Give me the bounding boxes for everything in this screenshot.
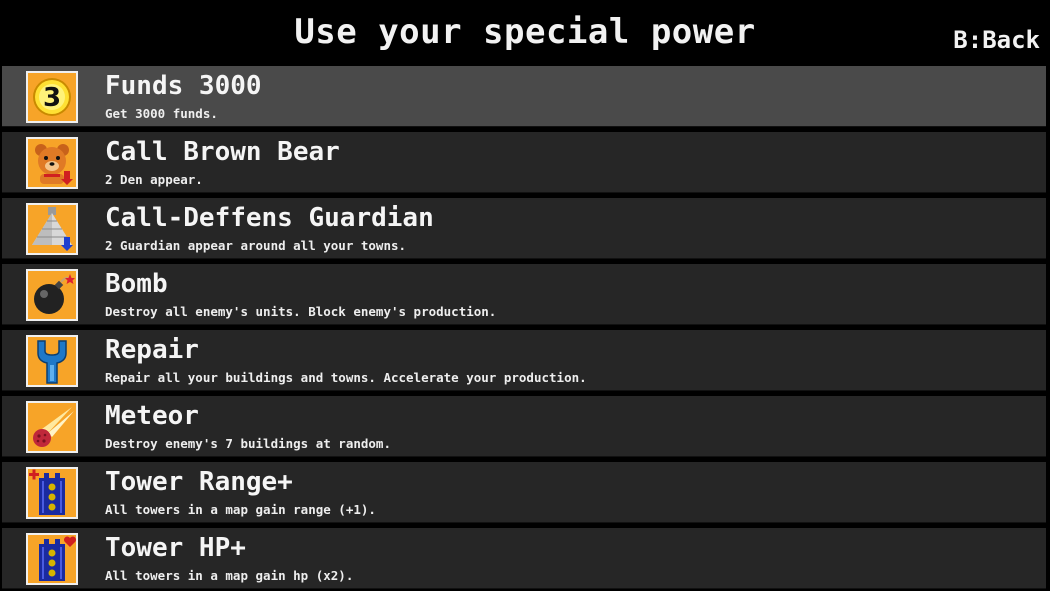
power-name: Call Brown Bear [105,137,340,167]
power-name: Repair [105,335,199,365]
power-description: Get 3000 funds. [105,106,218,121]
power-description: Destroy all enemy's units. Block enemy's… [105,304,497,319]
power-item-tower-range[interactable]: Tower Range+ All towers in a map gain ra… [2,462,1046,523]
power-item-meteor[interactable]: Meteor Destroy enemy's 7 buildings at ra… [2,396,1046,457]
power-item-funds[interactable]: 3 Funds 3000 Get 3000 funds. [2,66,1046,127]
page-title: Use your special power [294,12,756,52]
power-name: Bomb [105,269,168,299]
brown-bear-icon [26,137,78,189]
power-list: 3 Funds 3000 Get 3000 funds. Call Brown … [0,66,1050,591]
wrench-icon [26,335,78,387]
power-description: 2 Den appear. [105,172,203,187]
power-item-repair[interactable]: Repair Repair all your buildings and tow… [2,330,1046,391]
svg-text:3: 3 [43,83,61,113]
power-item-guardian[interactable]: Call-Deffens Guardian 2 Guardian appear … [2,198,1046,259]
tower-hp-icon [26,533,78,585]
power-item-brown-bear[interactable]: Call Brown Bear 2 Den appear. [2,132,1046,193]
power-name: Funds 3000 [105,71,262,101]
tower-range-icon [26,467,78,519]
guardian-pyramid-icon [26,203,78,255]
power-name: Tower Range+ [105,467,293,497]
power-description: Repair all your buildings and towns. Acc… [105,370,587,385]
power-name: Meteor [105,401,199,431]
coin-3-icon: 3 [26,71,78,123]
power-item-bomb[interactable]: Bomb Destroy all enemy's units. Block en… [2,264,1046,325]
header-bar: Use your special power B:Back [0,0,1050,66]
power-description: All towers in a map gain hp (x2). [105,568,354,583]
back-button[interactable]: B:Back [953,26,1040,54]
bomb-icon [26,269,78,321]
power-item-tower-hp[interactable]: Tower HP+ All towers in a map gain hp (x… [2,528,1046,589]
power-description: All towers in a map gain range (+1). [105,502,376,517]
meteor-icon [26,401,78,453]
power-name: Call-Deffens Guardian [105,203,434,233]
power-description: Destroy enemy's 7 buildings at random. [105,436,391,451]
power-description: 2 Guardian appear around all your towns. [105,238,407,253]
power-name: Tower HP+ [105,533,246,563]
